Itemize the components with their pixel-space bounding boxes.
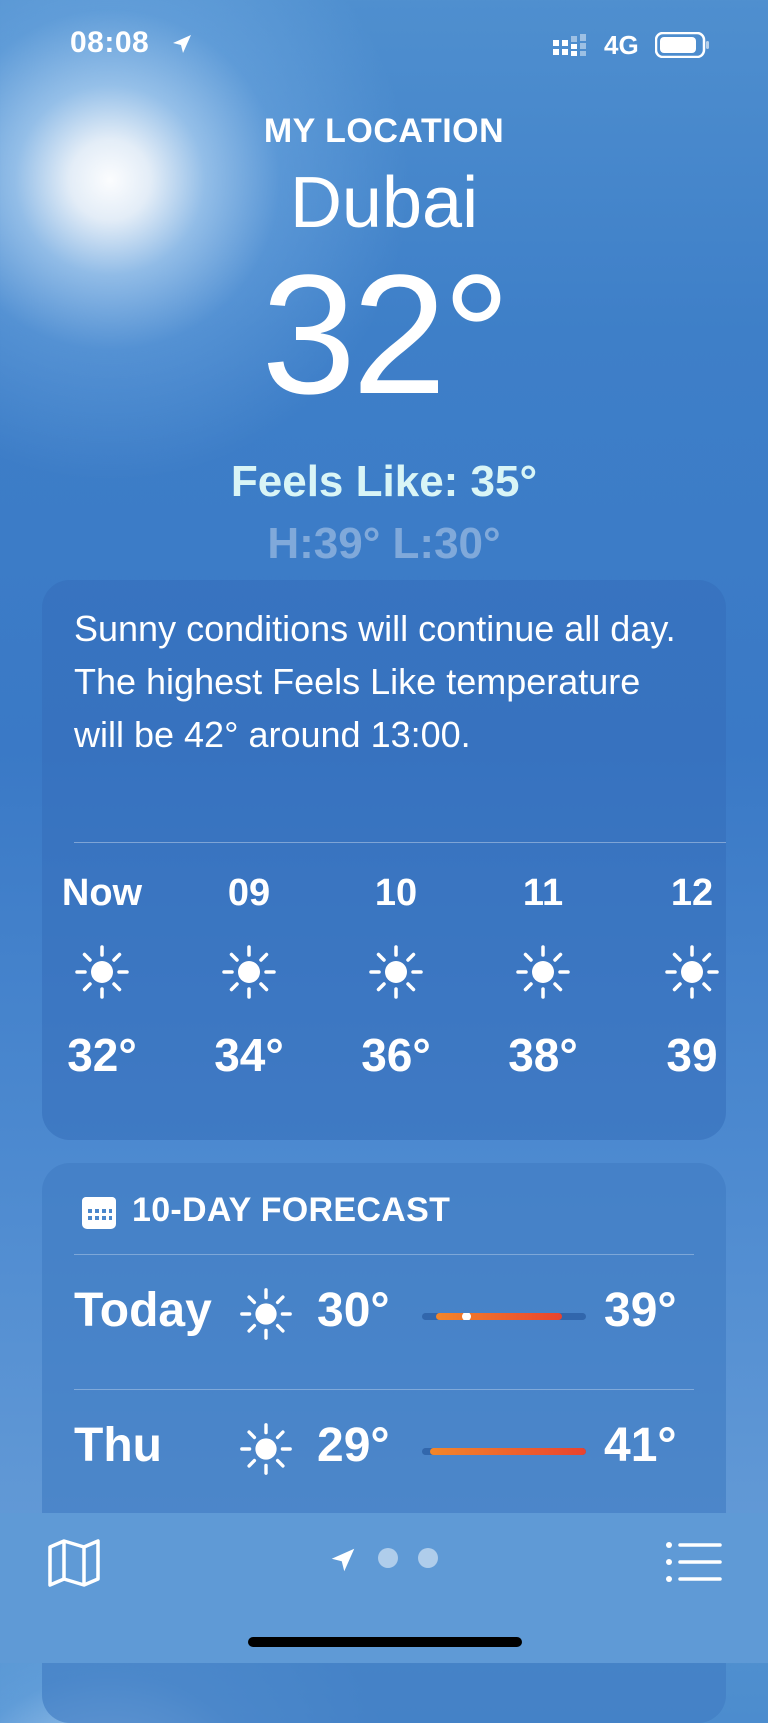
location-arrow-icon <box>173 35 191 53</box>
current-temperature: 32° <box>261 240 510 430</box>
sun-icon <box>222 945 276 999</box>
forecast-high: 39° <box>604 1284 677 1337</box>
hour-temp: 34° <box>214 1029 284 1081</box>
map-icon[interactable] <box>46 1535 102 1591</box>
forecast-day: Today <box>74 1284 212 1337</box>
sun-icon <box>240 1423 292 1475</box>
hour-label: 12 <box>670 872 714 914</box>
forecast-row-thu[interactable]: Thu 29° 41° <box>42 1400 726 1500</box>
hourly-forecast-card[interactable]: Sunny conditions will continue all day. … <box>42 580 726 1140</box>
forecast-title: 10-DAY FORECAST <box>132 1191 451 1229</box>
sun-icon <box>75 945 129 999</box>
hour-temp: 38° <box>508 1029 578 1081</box>
page-indicator-dot[interactable] <box>418 1548 438 1568</box>
temperature-range-fill <box>436 1313 562 1320</box>
high-low: H:39° L:30° <box>267 519 501 568</box>
temperature-range-bar <box>422 1448 586 1455</box>
sun-icon <box>369 945 423 999</box>
sun-icon <box>240 1288 292 1340</box>
hour-temp: 36° <box>361 1029 431 1081</box>
temperature-range-bar <box>422 1313 586 1320</box>
forecast-low: 29° <box>317 1419 390 1472</box>
hour-temp: 32° <box>67 1029 137 1081</box>
hour-label: 09 <box>227 872 271 914</box>
hour-item[interactable]: Now 32° <box>42 870 162 1082</box>
current-location-icon[interactable] <box>328 1545 358 1575</box>
hour-temp: 39 <box>666 1029 718 1081</box>
hour-item[interactable]: 12 39 <box>632 870 726 1082</box>
home-indicator <box>248 1637 522 1647</box>
divider <box>74 1389 694 1390</box>
sun-icon <box>516 945 570 999</box>
location-label: MY LOCATION <box>263 112 505 150</box>
sun-icon <box>665 945 719 999</box>
city-name: Dubai <box>289 163 479 243</box>
hour-item[interactable]: 11 38° <box>483 870 603 1082</box>
divider <box>74 1254 694 1255</box>
calendar-icon <box>82 1197 116 1229</box>
hour-item[interactable]: 09 34° <box>189 870 309 1082</box>
weather-summary: Sunny conditions will continue all day. … <box>74 608 676 755</box>
network-type: 4G <box>604 30 639 60</box>
temperature-range-fill <box>430 1448 586 1455</box>
signal-icon <box>553 34 586 56</box>
hour-label: 10 <box>374 872 418 914</box>
status-time: 08:08 <box>70 26 150 59</box>
forecast-low: 30° <box>317 1284 390 1337</box>
current-temp-marker <box>462 1313 471 1320</box>
divider <box>74 842 726 843</box>
forecast-row-today[interactable]: Today 30° 39° <box>42 1265 726 1365</box>
page-indicator-dot[interactable] <box>378 1548 398 1568</box>
feels-like: Feels Like: 35° <box>230 457 538 506</box>
forecast-day: Thu <box>74 1419 162 1472</box>
forecast-high: 41° <box>604 1419 677 1472</box>
hour-label: Now <box>61 872 143 914</box>
hour-item[interactable]: 10 36° <box>336 870 456 1082</box>
hour-label: 11 <box>522 872 564 914</box>
battery-icon <box>655 32 709 58</box>
list-icon[interactable] <box>664 1537 724 1587</box>
